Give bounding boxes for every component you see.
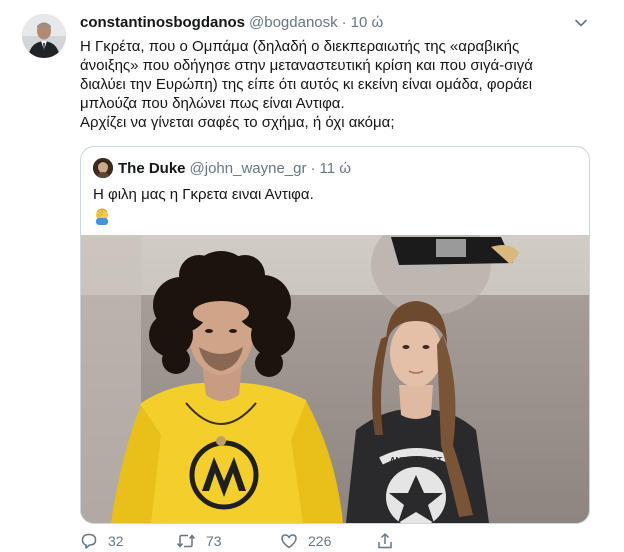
separator-dot: · bbox=[310, 159, 316, 177]
retweet-icon bbox=[176, 534, 196, 548]
quoted-tweet-text: Η φιλη μας η Γκρετα ειναι Αντιφα. bbox=[93, 186, 314, 203]
tweet-menu-button[interactable] bbox=[572, 14, 590, 32]
quoted-timestamp[interactable]: 11 ώ bbox=[319, 160, 350, 177]
tweet-timestamp[interactable]: 10 ώ bbox=[351, 14, 384, 31]
tweet: constantinosbogdanos @bogdanosk · 10 ώ Η… bbox=[0, 0, 624, 552]
tweet-actions: 32 73 226 bbox=[80, 532, 600, 552]
reply-count: 32 bbox=[108, 533, 124, 549]
retweet-count: 73 bbox=[206, 533, 222, 549]
tweet-text-line: άνοιξης» που οδήγησε στην μεταναστευτική… bbox=[80, 57, 533, 74]
quoted-display-name[interactable]: The Duke bbox=[118, 160, 186, 177]
author-avatar[interactable] bbox=[22, 14, 66, 58]
reply-icon bbox=[81, 533, 97, 549]
tweet-text-line: μπλούζα που δηλώνει πως είναι Αντιφα. bbox=[80, 95, 345, 112]
like-count: 226 bbox=[308, 533, 332, 549]
chevron-down-icon bbox=[575, 19, 587, 27]
shirt-text: ANTIFASCIST bbox=[390, 456, 443, 465]
tweet-header: constantinosbogdanos @bogdanosk · 10 ώ bbox=[80, 14, 383, 34]
author-display-name[interactable]: constantinosbogdanos bbox=[80, 14, 245, 31]
share-button[interactable] bbox=[376, 532, 404, 550]
quoted-handle[interactable]: @john_wayne_gr bbox=[190, 160, 307, 177]
reply-button[interactable]: 32 bbox=[80, 532, 124, 550]
tweet-text-line: Η Γκρέτα, που ο Ομπάμα (δηλαδή ο διεκπερ… bbox=[80, 38, 520, 55]
quoted-tweet[interactable]: The Duke @john_wayne_gr · 11 ώ Η φιλη μα… bbox=[80, 146, 590, 524]
quoted-photo[interactable]: ANTIFASCIST bbox=[81, 235, 589, 523]
retweet-button[interactable]: 73 bbox=[176, 532, 222, 550]
share-icon bbox=[378, 532, 392, 549]
heart-icon bbox=[281, 534, 297, 549]
quoted-author-avatar bbox=[93, 158, 113, 178]
facepalm-emoji-icon bbox=[93, 207, 111, 225]
like-button[interactable]: 226 bbox=[280, 532, 331, 550]
quoted-tweet-header: The Duke @john_wayne_gr · 11 ώ bbox=[93, 157, 351, 179]
separator-dot: · bbox=[341, 14, 347, 31]
tweet-text-line: Αρχίζει να γίνεται σαφές το σχήμα, ή όχι… bbox=[80, 114, 395, 131]
tweet-text: Η Γκρέτα, που ο Ομπάμα (δηλαδή ο διεκπερ… bbox=[80, 37, 600, 132]
tweet-text-line: διαλύει την Ευρώπη) της είπε ότι αυτός κ… bbox=[80, 76, 533, 93]
author-handle[interactable]: @bogdanosk bbox=[249, 14, 338, 31]
